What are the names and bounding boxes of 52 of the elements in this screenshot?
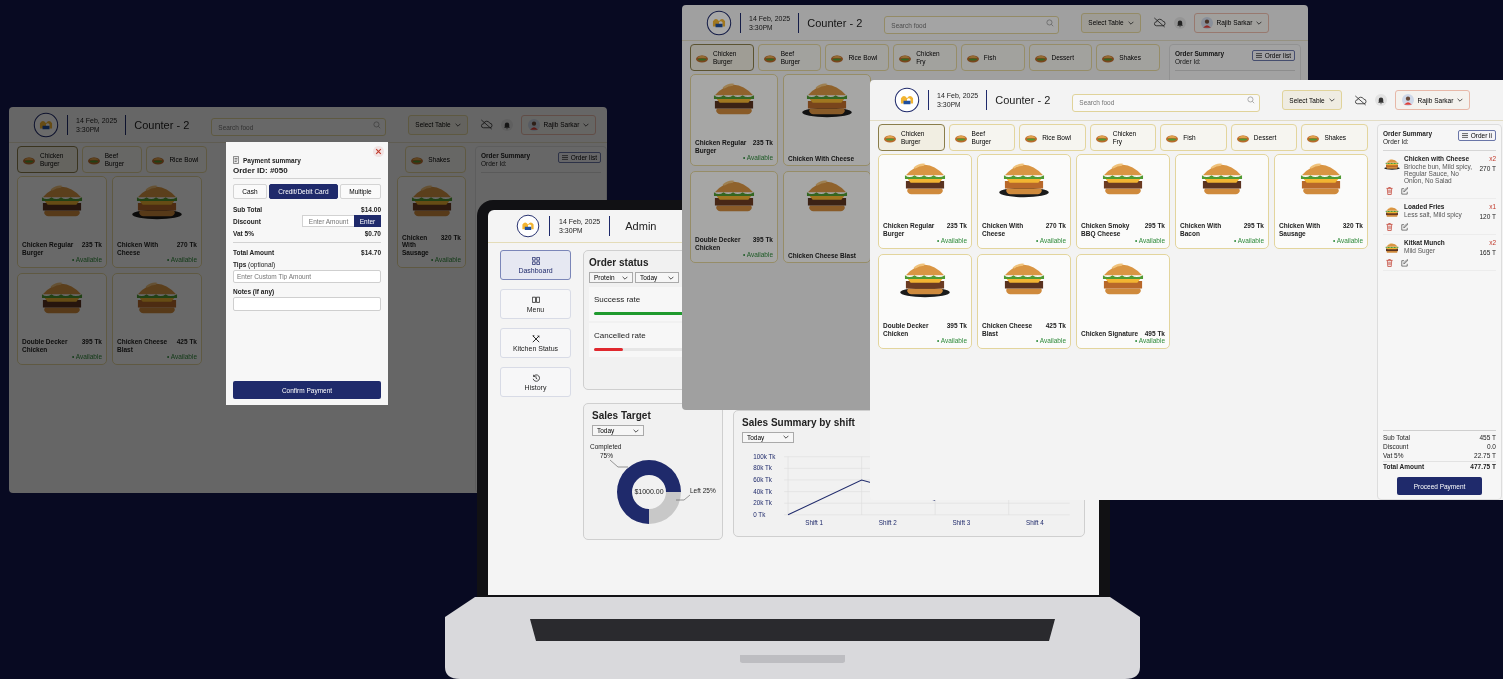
history-icon — [531, 373, 540, 382]
notes-field[interactable] — [233, 297, 381, 311]
chevron-down-icon — [1127, 20, 1134, 25]
chevron-down-icon — [583, 122, 590, 127]
list-icon — [561, 155, 568, 160]
list-icon — [1255, 53, 1262, 58]
chevron-down-icon — [1328, 98, 1335, 102]
chevron-down-icon — [454, 122, 461, 127]
cloud-off-icon[interactable] — [1152, 17, 1166, 28]
chevron-down-icon — [1457, 98, 1464, 102]
edit-icon[interactable] — [1401, 259, 1408, 267]
trash-icon[interactable] — [1386, 223, 1393, 231]
card-title: Sales Summary by shift — [742, 417, 855, 428]
logo — [706, 9, 732, 36]
counter-title: Counter - 2 — [807, 16, 863, 29]
logo — [516, 214, 540, 238]
search-icon — [373, 120, 382, 129]
book-icon — [531, 295, 540, 304]
counter-title: Counter - 2 — [134, 118, 190, 131]
logo — [33, 111, 59, 138]
chevron-down-icon — [622, 275, 628, 280]
chevron-down-icon — [1256, 20, 1263, 25]
card-title: Order status — [589, 257, 649, 268]
search-icon — [1247, 96, 1256, 104]
list-icon — [1461, 133, 1468, 138]
leader-line — [675, 494, 691, 501]
order-id: Order ID: #050 — [233, 166, 289, 175]
card-title: Sales Target — [592, 410, 651, 421]
avatar-icon — [1200, 16, 1213, 29]
bell-icon[interactable] — [1173, 16, 1186, 29]
cloud-off-icon[interactable] — [1353, 94, 1367, 106]
receipt-icon — [233, 156, 239, 164]
rate-label: Success rate — [594, 295, 642, 304]
avatar-icon — [1401, 94, 1414, 106]
page-title: Admin — [625, 220, 657, 232]
trash-icon[interactable] — [1386, 187, 1393, 195]
leader-line — [609, 459, 629, 468]
logo — [894, 87, 920, 113]
counter-title: Counter - 2 — [995, 94, 1051, 106]
chevron-down-icon — [783, 435, 789, 440]
search-icon — [1046, 18, 1055, 27]
chevron-down-icon — [668, 275, 674, 280]
rate-label: Cancelled rate — [594, 331, 647, 340]
close-icon[interactable] — [373, 146, 384, 157]
edit-icon[interactable] — [1401, 187, 1408, 195]
chevron-down-icon — [633, 428, 639, 433]
edit-icon[interactable] — [1401, 223, 1408, 231]
grid-icon — [531, 256, 540, 265]
avatar-icon — [527, 118, 540, 131]
cloud-off-icon[interactable] — [479, 119, 493, 130]
trash-icon[interactable] — [1386, 259, 1393, 267]
bell-icon[interactable] — [1374, 94, 1387, 106]
